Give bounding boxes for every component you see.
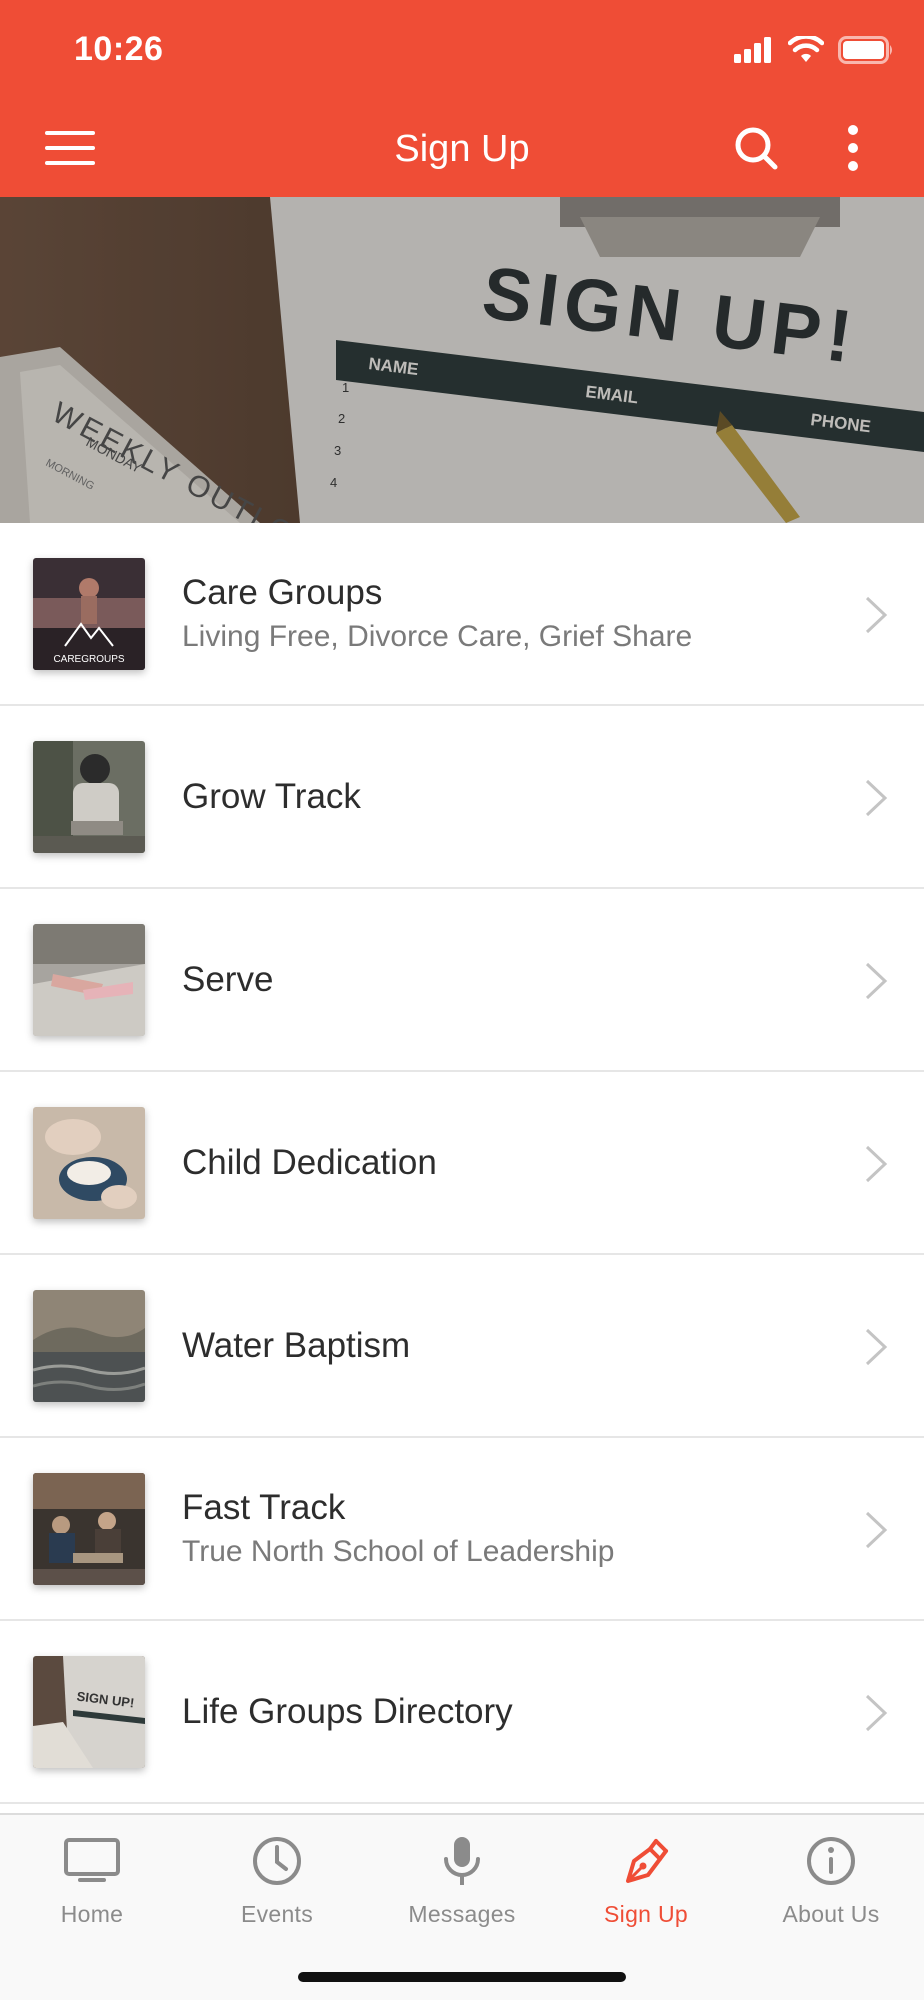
signal-icon — [734, 37, 774, 68]
chevron-right-icon — [865, 596, 888, 634]
monitor-icon — [64, 1838, 120, 1882]
tab-label: Sign Up — [604, 1901, 688, 1927]
list-item-life-groups-directory[interactable]: SIGN UP! Life Groups Directory — [0, 1621, 924, 1804]
status-time: 10:26 — [74, 30, 164, 68]
tab-messages[interactable]: Messages — [370, 1833, 554, 1943]
list-item-serve[interactable]: Serve — [0, 889, 924, 1072]
battery-icon — [838, 36, 894, 69]
list-item-title: Grow Track — [182, 776, 361, 816]
chevron-right-icon — [865, 1694, 888, 1732]
tab-events[interactable]: Events — [185, 1833, 369, 1943]
tab-about-us[interactable]: About Us — [739, 1833, 923, 1943]
navbar: Sign Up — [0, 100, 924, 197]
list-item-subtitle: True North School of Leadership — [182, 1534, 615, 1568]
tab-label: Messages — [408, 1901, 516, 1927]
list-item-fast-track[interactable]: Fast Track True North School of Leadersh… — [0, 1438, 924, 1621]
list-item-title: Life Groups Directory — [182, 1691, 513, 1731]
chevron-right-icon — [865, 1511, 888, 1549]
pen-nib-icon — [626, 1839, 668, 1883]
tab-label: Events — [240, 1901, 314, 1927]
tab-sign-up[interactable]: Sign Up — [554, 1833, 738, 1943]
hero-banner-image: NAME EMAIL PHONE SIGN UP! 1 2 3 4 WEEKLY… — [0, 197, 924, 523]
list-item-subtitle: Living Free, Divorce Care, Grief Share — [182, 619, 693, 653]
care-groups-logo-text: CAREGROUPS — [53, 654, 124, 665]
list-item-title: Fast Track — [182, 1487, 346, 1527]
vertical-dots-icon — [848, 125, 858, 171]
chevron-right-icon — [865, 1145, 888, 1183]
child-dedication-thumbnail — [33, 1107, 145, 1219]
page-title: Sign Up — [394, 128, 530, 170]
clock-icon — [253, 1837, 301, 1885]
more-options-button[interactable] — [830, 120, 876, 176]
list-item-title: Child Dedication — [182, 1142, 437, 1182]
list-item-title: Water Baptism — [182, 1325, 411, 1365]
chevron-right-icon — [865, 1328, 888, 1366]
wifi-icon — [787, 34, 825, 69]
status-bar: 10:26 — [0, 0, 924, 100]
list-item-title: Serve — [182, 959, 274, 999]
chevron-right-icon — [865, 962, 888, 1000]
status-icons — [734, 34, 894, 69]
serve-thumbnail — [33, 924, 145, 1036]
microphone-icon — [444, 1837, 480, 1885]
tab-home[interactable]: Home — [0, 1833, 184, 1943]
water-baptism-thumbnail — [33, 1290, 145, 1402]
list-item-child-dedication[interactable]: Child Dedication — [0, 1072, 924, 1255]
care-groups-thumbnail: CAREGROUPS — [33, 558, 145, 670]
tab-label: Home — [60, 1901, 124, 1927]
list-item-title: Care Groups — [182, 572, 383, 612]
chevron-right-icon — [865, 779, 888, 817]
list-item-care-groups[interactable]: CAREGROUPS Care Groups Living Free, Divo… — [0, 523, 924, 706]
fast-track-thumbnail — [33, 1473, 145, 1585]
signup-list: CAREGROUPS Care Groups Living Free, Divo… — [0, 523, 924, 1804]
list-item-grow-track[interactable]: Grow Track — [0, 706, 924, 889]
info-icon — [807, 1837, 855, 1885]
search-button[interactable] — [728, 120, 784, 176]
home-indicator[interactable] — [298, 1972, 626, 1982]
tab-label: About Us — [782, 1901, 880, 1927]
app-header: 10:26 Sign Up — [0, 0, 924, 197]
grow-track-thumbnail — [33, 741, 145, 853]
list-item-water-baptism[interactable]: Water Baptism — [0, 1255, 924, 1438]
search-icon — [735, 127, 778, 170]
life-groups-thumbnail: SIGN UP! — [33, 1656, 145, 1768]
